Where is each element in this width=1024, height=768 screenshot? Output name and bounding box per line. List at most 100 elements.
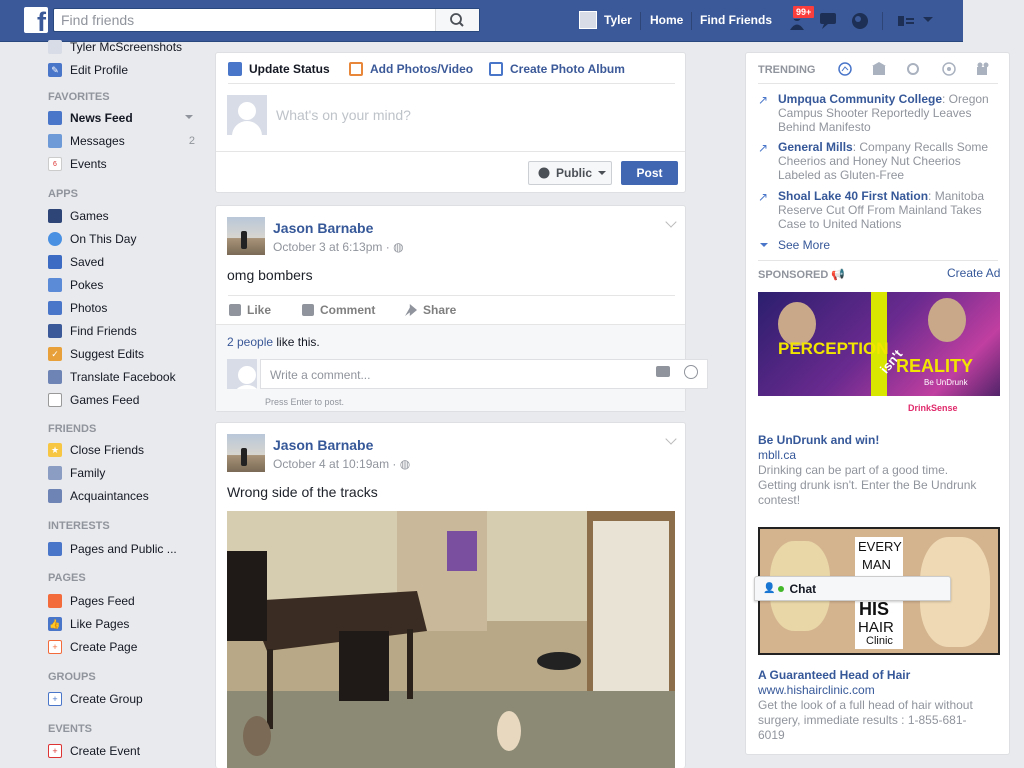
sidebar-item-translate[interactable]: Translate Facebook (48, 368, 203, 386)
user-avatar[interactable] (579, 11, 597, 29)
ad-url[interactable]: www.hishairclinic.com (758, 683, 875, 697)
pages-public-icon (48, 542, 62, 556)
sidebar-item-pages-feed[interactable]: Pages Feed (48, 592, 203, 610)
trending-arrow-icon: ↗ (758, 190, 769, 204)
share-button[interactable]: Share (405, 303, 456, 317)
sidebar-item-close-friends[interactable]: ★ Close Friends (48, 441, 203, 459)
sidebar-item-games-feed[interactable]: Games Feed (48, 391, 203, 409)
sidebar-item-suggest-edits[interactable]: ✓ Suggest Edits (48, 345, 203, 363)
chevron-down-icon[interactable] (185, 115, 193, 120)
sidebar-item-pages-public[interactable]: Pages and Public ... (48, 540, 203, 558)
top-navigation-bar: f Tyler Home Find Friends 99+ (0, 0, 963, 42)
sidebar-item-create-page[interactable]: + Create Page (48, 638, 203, 656)
like-button[interactable]: Like (229, 303, 271, 317)
sidebar-item-create-event[interactable]: + Create Event (48, 742, 203, 760)
home-link[interactable]: Home (650, 13, 683, 27)
ad-title-link[interactable]: A Guaranteed Head of Hair (758, 668, 910, 682)
profile-link[interactable]: Tyler (604, 13, 632, 27)
sidebar-item-like-pages[interactable]: 👍 Like Pages (48, 615, 203, 633)
sidebar-item-create-group[interactable]: + Create Group (48, 690, 203, 708)
sidebar-item-saved[interactable]: Saved (48, 253, 203, 271)
sidebar-item-on-this-day[interactable]: On This Day (48, 230, 203, 248)
search-bar (53, 8, 480, 32)
feed-post: Jason Barnabe October 3 at 6:13pm · ◍ om… (215, 205, 708, 412)
sidebar-item-photos[interactable]: Photos (48, 299, 203, 317)
composer-avatar (227, 95, 267, 135)
trending-top-icon[interactable] (838, 62, 852, 76)
ad-banner-image[interactable]: PERCEPTION isn't REALITY Be UnDrunk Drin… (758, 292, 1000, 420)
author-avatar[interactable] (227, 217, 265, 255)
post-photo[interactable] (227, 511, 675, 768)
ad-banner-text: DrinkSense (908, 403, 958, 413)
facebook-logo-icon[interactable]: f (24, 7, 48, 33)
ad-title-link[interactable]: Be UnDrunk and win! (758, 433, 879, 447)
sidebar-item-pokes[interactable]: Pokes (48, 276, 203, 294)
create-ad-link[interactable]: Create Ad (947, 266, 1000, 280)
chat-tab[interactable]: 👤 Chat (754, 576, 951, 601)
likes-count-link[interactable]: 2 people (227, 335, 273, 349)
post-timestamp[interactable]: October 3 at 6:13pm · ◍ (273, 240, 404, 254)
globe-notifications-icon[interactable] (850, 11, 870, 31)
divider (228, 83, 675, 84)
find-friends-link[interactable]: Find Friends (700, 13, 772, 27)
section-friends: FRIENDS (48, 423, 97, 435)
timestamp-text: October 3 at 6:13pm · (273, 240, 390, 254)
likes-summary: 2 people like this. (227, 335, 320, 349)
tab-create-photo-album[interactable]: Create Photo Album (489, 62, 625, 76)
science-icon[interactable] (906, 62, 920, 76)
messages-icon[interactable] (818, 11, 840, 31)
post-options-chevron-icon[interactable] (665, 216, 677, 228)
post-button[interactable]: Post (621, 161, 678, 185)
search-button[interactable] (435, 9, 479, 31)
tab-add-photos-video[interactable]: Add Photos/Video (349, 62, 473, 76)
trending-item[interactable]: ↗ Umpqua Community College: Oregon Campus… (758, 92, 998, 134)
share-arrow-icon (405, 304, 417, 316)
see-more-link[interactable]: See More (760, 238, 830, 252)
comment-input[interactable]: Write a comment... (260, 359, 708, 389)
sidebar-item-label: Saved (70, 255, 105, 269)
sidebar-item-edit-profile[interactable]: ✎ Edit Profile (48, 61, 203, 79)
sidebar-item-find-friends[interactable]: Find Friends (48, 322, 203, 340)
divider (228, 295, 675, 296)
sidebar-item-label: Pages and Public ... (70, 542, 177, 556)
politics-icon[interactable] (872, 62, 886, 76)
trending-arrow-icon: ↗ (758, 141, 769, 155)
post-options-chevron-icon[interactable] (665, 433, 677, 445)
entertainment-icon[interactable] (976, 62, 992, 76)
sidebar-item-family[interactable]: Family (48, 464, 203, 482)
sidebar-profile[interactable]: Tyler McScreenshots (48, 38, 203, 56)
games-icon (48, 209, 62, 223)
sidebar-item-acquaintances[interactable]: Acquaintances (48, 487, 203, 505)
ad-footer-strip (758, 396, 1000, 420)
messages-count: 2 (188, 135, 195, 147)
privacy-selector-button[interactable]: Public (528, 161, 612, 185)
tab-update-status[interactable]: Update Status (228, 62, 330, 76)
post-author-link[interactable]: Jason Barnabe (273, 437, 373, 453)
megaphone-icon: 📢 (831, 269, 846, 281)
section-pages: PAGES (48, 572, 86, 584)
privacy-shortcuts-icon[interactable] (897, 13, 917, 29)
ad-url[interactable]: mbll.ca (758, 448, 796, 462)
comment-button[interactable]: Comment (302, 303, 375, 317)
sidebar-item-games[interactable]: Games (48, 207, 203, 225)
trending-item[interactable]: ↗ Shoal Lake 40 First Nation: Manitoba Re… (758, 189, 998, 231)
commenter-avatar (227, 359, 257, 389)
sidebar-item-label: Games Feed (70, 393, 140, 407)
post-timestamp[interactable]: October 4 at 10:19am · ◍ (273, 457, 410, 471)
search-input[interactable] (54, 9, 424, 31)
camera-icon[interactable] (656, 366, 670, 377)
post-author-link[interactable]: Jason Barnabe (273, 220, 373, 236)
status-input[interactable]: What's on your mind? (276, 107, 411, 123)
post-text: omg bombers (227, 267, 313, 283)
sidebar-item-news-feed[interactable]: News Feed (48, 109, 203, 127)
account-menu-arrow-icon[interactable] (922, 15, 934, 25)
author-avatar[interactable] (227, 434, 265, 472)
sidebar-item-messages[interactable]: Messages 2 (48, 132, 203, 150)
emoji-icon[interactable] (684, 365, 698, 379)
like-pages-icon: 👍 (48, 617, 62, 631)
trending-item[interactable]: ↗ General Mills: Company Recalls Some Che… (758, 140, 998, 182)
sports-icon[interactable] (942, 62, 956, 76)
sidebar-item-label: Create Event (70, 744, 141, 758)
sidebar-item-events[interactable]: 6 Events (48, 155, 203, 173)
pages-feed-icon (48, 594, 62, 608)
